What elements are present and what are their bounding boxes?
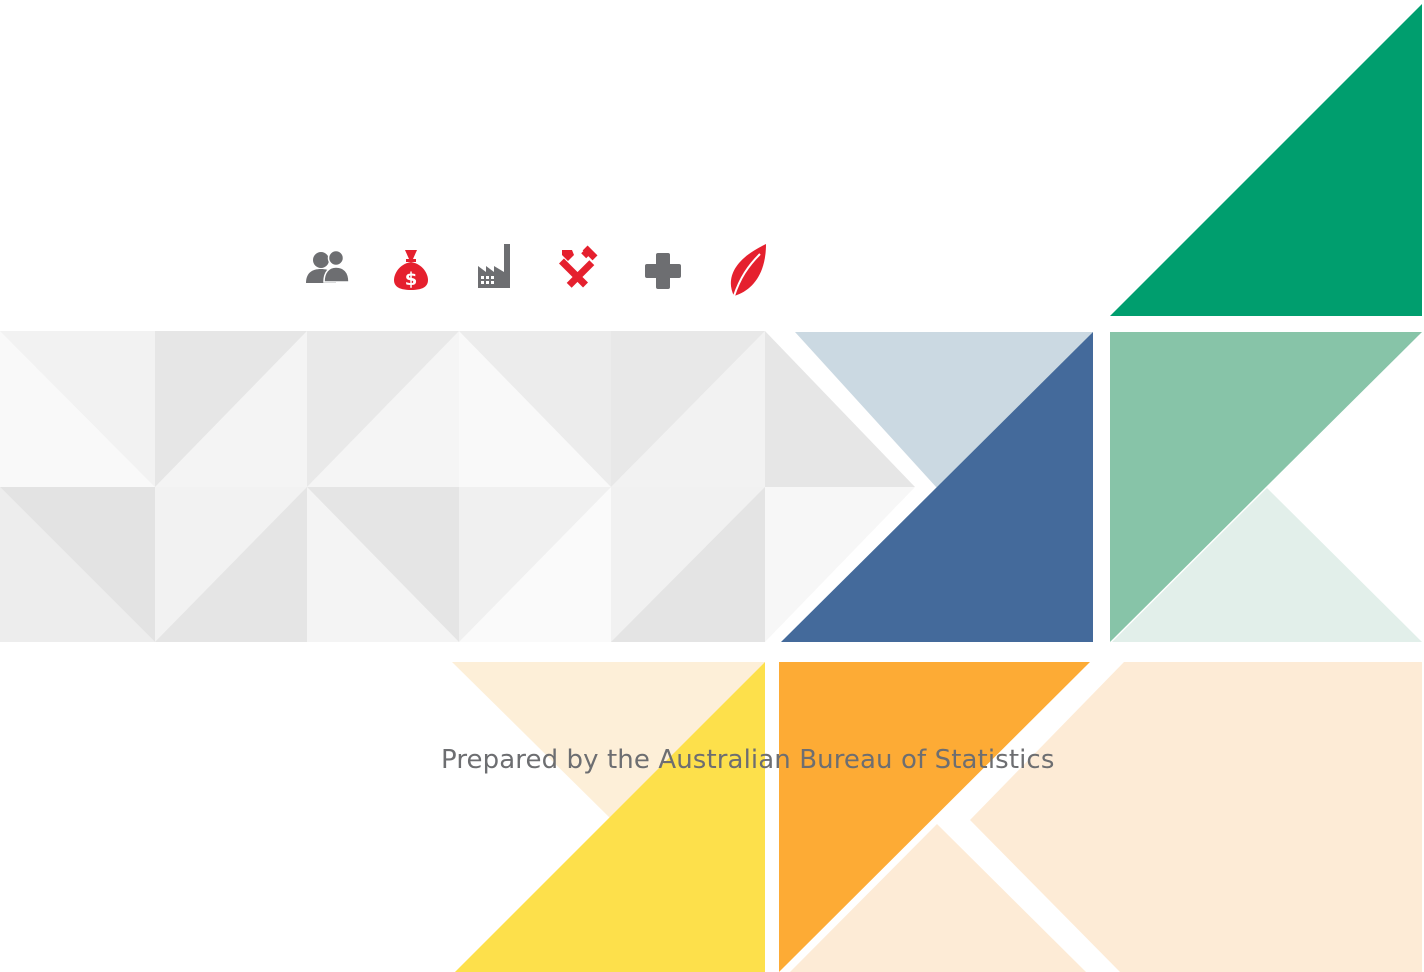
svg-text:$: $ — [405, 269, 418, 290]
green-triangle-top — [1110, 4, 1422, 316]
leaf-icon — [730, 244, 766, 297]
money-bag-icon: $ — [394, 250, 428, 290]
category-icons: $ — [300, 236, 774, 300]
factory-icon — [478, 244, 510, 288]
health-cross-icon — [645, 253, 681, 289]
people-icon — [306, 249, 350, 283]
prepared-by-caption: Prepared by the Australian Bureau of Sta… — [441, 745, 1055, 775]
yellow-tile — [452, 662, 765, 972]
tools-icon — [559, 245, 598, 288]
grey-tile-mosaic — [0, 331, 915, 642]
background-pattern — [0, 4, 1422, 972]
green-tile — [1110, 332, 1422, 642]
